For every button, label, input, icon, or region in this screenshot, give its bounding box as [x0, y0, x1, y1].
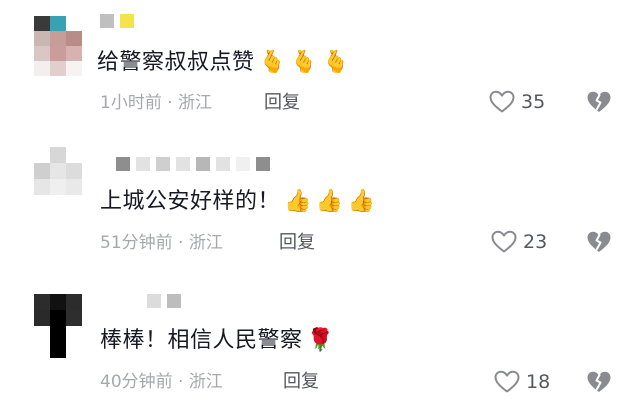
like-button[interactable]: 23 [491, 230, 547, 254]
comment-item: 给警察叔叔点赞 🫰 🫰 🫰 1小时前 · 浙江 回复 35 [0, 0, 640, 133]
comment-body: 上城公安好样的！ [100, 189, 281, 214]
like-button[interactable]: 35 [489, 90, 545, 114]
heart-outline-icon [489, 90, 515, 113]
username-pixel [136, 157, 150, 171]
avatar-pixel [50, 294, 66, 310]
comment-location: 浙江 [178, 93, 213, 113]
reply-button[interactable]: 回复 [283, 371, 319, 393]
avatar-pixel [50, 342, 66, 358]
broken-heart-icon [587, 91, 611, 112]
username-pixel [167, 294, 181, 308]
like-count: 18 [526, 371, 551, 393]
avatar-pixel [50, 31, 66, 46]
avatar-pixel [66, 163, 82, 179]
finger-heart-emoji: 🫰 [290, 50, 319, 75]
heart-outline-icon [494, 370, 520, 393]
avatar-pixel [50, 310, 66, 326]
username-pixel [116, 157, 130, 171]
avatar-pixel [50, 61, 66, 76]
username-pixelated[interactable] [116, 157, 270, 171]
avatar-pixel [34, 310, 50, 326]
avatar-pixel [66, 61, 82, 76]
username-pixel [120, 14, 134, 28]
username-pixel [156, 157, 170, 171]
reply-button[interactable]: 回复 [264, 92, 300, 114]
avatar[interactable] [34, 16, 82, 76]
dislike-button[interactable] [586, 90, 612, 114]
avatar-pixel [34, 31, 50, 46]
avatar-pixel [66, 294, 82, 310]
comment-body: 棒棒！相信人民警察 [100, 328, 303, 353]
finger-heart-emoji: 🫰 [322, 50, 351, 75]
broken-heart-icon [587, 231, 611, 252]
username-pixelated[interactable] [147, 294, 181, 308]
avatar-pixel [50, 179, 66, 195]
dislike-button[interactable] [586, 230, 612, 254]
like-button[interactable]: 18 [494, 370, 550, 394]
dislike-button[interactable] [586, 370, 612, 394]
thumbs-up-emoji: 👍 [315, 189, 344, 214]
comment-time: 40分钟前 [100, 372, 173, 392]
username-pixel [236, 157, 250, 171]
comment-meta: 51分钟前 · 浙江 [100, 232, 223, 254]
avatar-pixel [34, 46, 50, 61]
avatar-pixel [66, 147, 82, 163]
avatar-pixel [50, 163, 66, 179]
meta-separator: · [172, 233, 189, 253]
username-pixel [216, 157, 230, 171]
avatar-pixel [66, 31, 82, 46]
meta-separator: · [172, 372, 189, 392]
rose-emoji: 🌹 [306, 328, 335, 353]
thumbs-up-emoji: 👍 [284, 189, 312, 214]
avatar-pixel [66, 326, 82, 342]
avatar-pixel [66, 310, 82, 326]
broken-heart-icon [587, 371, 611, 392]
comment-time: 51分钟前 [100, 233, 173, 253]
comment-time: 1小时前 [100, 93, 162, 113]
username-pixel [196, 157, 210, 171]
avatar-pixel [66, 179, 82, 195]
username-pixel [147, 294, 161, 308]
comment-text: 棒棒！相信人民警察 🌹 [100, 326, 334, 356]
comment-item: 上城公安好样的！ 👍 👍 👍 51分钟前 · 浙江 回复 23 [0, 133, 640, 274]
avatar[interactable] [34, 147, 82, 195]
avatar-pixel [50, 147, 66, 163]
avatar-pixel [34, 61, 50, 76]
username-pixel [256, 157, 270, 171]
comment-text: 上城公安好样的！ 👍 👍 👍 [100, 187, 376, 217]
avatar-pixel [66, 16, 82, 31]
comment-meta: 1小时前 · 浙江 [100, 92, 212, 114]
comment-list: 给警察叔叔点赞 🫰 🫰 🫰 1小时前 · 浙江 回复 35 上城公安好样的！ 👍 👍 👍 5… [0, 0, 640, 419]
avatar-pixel [50, 326, 66, 342]
like-count: 35 [521, 91, 546, 113]
avatar-pixel [34, 326, 50, 342]
comment-body: 给警察叔叔点赞 [97, 50, 255, 75]
avatar-pixel [34, 147, 50, 163]
reply-button[interactable]: 回复 [279, 232, 315, 254]
avatar-pixel [34, 342, 50, 358]
username-pixelated[interactable] [100, 14, 134, 28]
heart-outline-icon [491, 230, 517, 253]
avatar-pixel [34, 163, 50, 179]
comment-location: 浙江 [188, 233, 223, 253]
avatar-pixel [66, 342, 82, 358]
avatar-pixel [50, 46, 66, 61]
thumbs-up-emoji: 👍 [347, 189, 376, 214]
avatar-pixel [34, 179, 50, 195]
like-count: 23 [523, 231, 548, 253]
comment-meta: 40分钟前 · 浙江 [100, 371, 223, 393]
username-pixel [176, 157, 190, 171]
comment-text: 给警察叔叔点赞 🫰 🫰 🫰 [97, 48, 350, 78]
avatar-pixel [34, 294, 50, 310]
comment-item: 棒棒！相信人民警察 🌹 40分钟前 · 浙江 回复 18 [0, 274, 640, 419]
username-pixel [100, 14, 114, 28]
meta-separator: · [161, 93, 179, 113]
avatar-pixel [66, 46, 82, 61]
comment-location: 浙江 [188, 372, 223, 392]
avatar-pixel [34, 16, 50, 31]
avatar[interactable] [34, 294, 82, 358]
avatar-pixel [50, 16, 66, 31]
finger-heart-emoji: 🫰 [258, 50, 287, 75]
